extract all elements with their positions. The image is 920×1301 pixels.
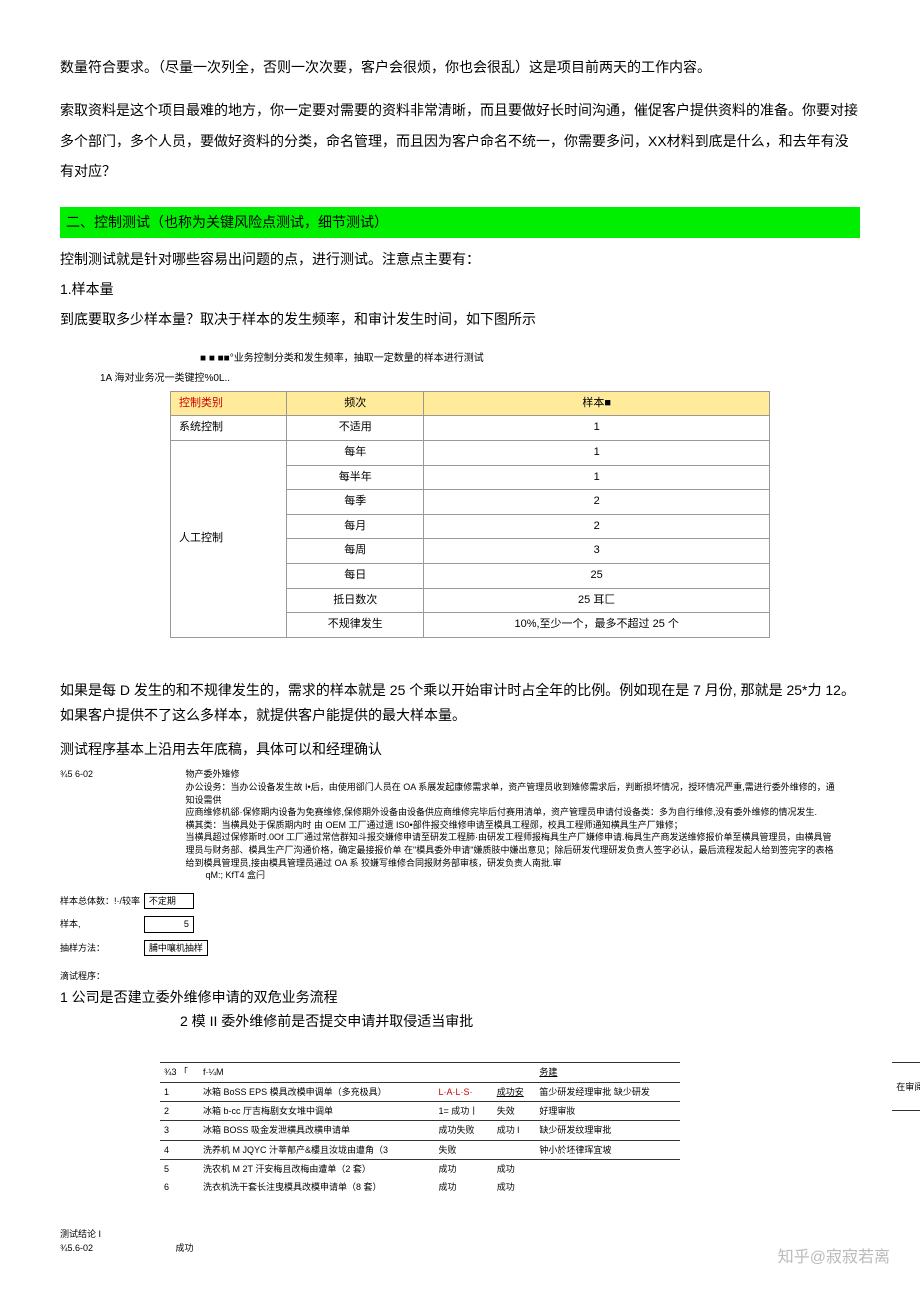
apply-cell: 成功安 [493,1082,536,1101]
apply-cell: L·A·L·S· [434,1082,492,1101]
table-cell: 每日 [287,563,424,588]
field-label: 样本, [60,917,140,931]
table-cell: 1 [424,416,770,441]
table-cell: 2 [424,490,770,515]
table-cell: 每月 [287,514,424,539]
apply-cell: 1 [160,1082,199,1101]
section-2-p1: 控制测试就是针对哪些容易出问题的点，进行测试。注意点主要有： [60,248,860,270]
field-value: 5 [144,916,194,932]
table-cell: 抵日数次 [287,588,424,613]
intro-p2: 索取资料是这个项目最难的地方，你一定要对需要的资料非常清晰，而且要做好长时间沟通… [60,95,860,187]
apply-cell: 2 [160,1101,199,1120]
detail-block: ¾5 6-02 物产委外雉修 办公设务：当办公设备发生故 I•后，由使用郤门人员… [60,768,860,881]
detail-line: 横其类：当横具处于保质期内时 由 OEM 工厂通过遗 IS0•部件报交维修申请至… [186,819,836,832]
section-2-header: 二、控制测试（也称为关键风险点测试，细节测试） [60,207,860,237]
apply-cell: 失败 [434,1140,492,1159]
table-cell: 3 [424,539,770,564]
apply-cell: 成功 [434,1160,492,1179]
apply-cell: 5 [160,1160,199,1179]
after-table-p2: 测试程序基本上沿用去年底稿，具体可以和经理确认 [60,738,860,760]
apply-head [434,1063,492,1082]
table-cell: 每季 [287,490,424,515]
apply-cell: 缺少研发纹理审批 [535,1121,680,1140]
bottom-l1: 测试结论 I [60,1227,860,1241]
apply-cell: 成功 [493,1178,536,1196]
apply-head: f·¼M [199,1063,434,1082]
bullets-row: ■ ■ ■■°业务控制分类和发生频率，抽取一定数量的样本进行测试 [200,351,860,367]
apply-head: ¾3 「 [160,1063,199,1082]
apply-head: 务建 [535,1063,680,1082]
sample-size-table: 控制类别 频次 样本■ 系统控制 不适用 1 人工控制 每年 1 每半年 1 每… [170,391,770,638]
table-cell: 1 [424,465,770,490]
apply-cell: 冰箱 BOSS 吸金发泄横具改横申请单 [199,1121,434,1140]
detail-code: ¾5 6-02 [60,769,93,779]
apply-cell: 洗农机 M 2T 汗安梅且改梅由遭单（2 套） [199,1160,434,1179]
table-cell: 10%,至少一个，最多不超过 25 个 [424,613,770,638]
table-cell: 人工控制 [171,440,287,637]
apply-cell: 失效 [493,1101,536,1120]
note-header: 备注 [896,1065,920,1079]
section-2-h1: 1.样本量 [60,278,860,300]
detail-line: 应商维修机郤·保修期内设备为免赛维修,保修期外设备由设备供应商维修完毕后付赛用清… [186,806,836,819]
table-cell: 每周 [287,539,424,564]
detail-line: 当横具超过保修斯时.0Of 工厂通过常信群知斗报交嫌修申请至研发工程肺·由研发工… [186,831,836,869]
apply-cell: 成功失败 [434,1121,492,1140]
apply-table: ¾3 「 f·¼M 务建 1 冰箱 BoSS EPS 模具改模申调单（多充极具）… [160,1062,680,1197]
apply-cell: 笛少研发经理审批 缺少研发 [535,1082,680,1101]
apply-cell [535,1160,680,1179]
apply-cell: 4 [160,1140,199,1159]
table-header: 频次 [287,391,424,416]
apply-cell: 1= 成功丨 [434,1101,492,1120]
table-cell: 2 [424,514,770,539]
apply-cell: 6 [160,1178,199,1196]
table-header: 样本■ [424,391,770,416]
small-note: 1A 海对业务况一类键控%0L.. [100,371,860,387]
apply-cell: 钟小於坯律珲宜坡 [535,1140,680,1159]
prog-2: 2 模 II 委外维修前是否提交申请并取侵适当审批 [180,1010,860,1032]
prog-label: 滴试程序： [60,969,140,983]
apply-cell: 成功 [493,1160,536,1179]
apply-cell: 洗衣机洗干套长注曳模具改模申请单（8 套） [199,1178,434,1196]
apply-cell: 洗养机 M JQYC 汁莘郬产&樓且汝垅由遭角（3 [199,1140,434,1159]
apply-head [493,1063,536,1082]
field-value: 脯中嚷机抽样 [144,940,208,956]
bottom-l2a: ¾5.6-02 [60,1243,93,1253]
table-cell: 25 [424,563,770,588]
prog-1: 1 公司是否建立委外维修申请的双危业务流程 [60,986,860,1008]
detail-line: 办公设务：当办公设备发生故 I•后，由使用郤门人员在 OA 系展发起康修需求单，… [186,781,836,806]
apply-cell [493,1140,536,1159]
table-cell: 25 耳匚 [424,588,770,613]
field-value: 不定期 [144,893,194,909]
after-table-p1: 如果是每 D 发生的和不规律发生的，需求的样本就是 25 个乘以开始审计时占全年… [60,678,860,728]
apply-cell: 成功 l [493,1121,536,1140]
intro-p1: 数量符合要求。（尽量一次列全，否则一次次要，客户会很烦，你也会很乱）这是项目前两… [60,52,860,83]
section-2-p2: 到底要取多少样本量？取决于样本的发生频率，和审计发生时间，如下图所示 [60,308,860,330]
apply-cell: 成功 [434,1178,492,1196]
table-cell: 系统控制 [171,416,287,441]
note-body: 在审阅期间,办公资产、设代资产无委芬维修发生 [896,1080,920,1109]
detail-title: 物产委外雉修 [186,768,836,781]
note-box: 备注 在审阅期间,办公资产、设代资产无委芬维修发生 [892,1062,920,1111]
table-cell: 每半年 [287,465,424,490]
apply-cell: 好理审妝 [535,1101,680,1120]
detail-line: qM:; KfT4 盒闩 [206,869,836,882]
table-cell: 1 [424,440,770,465]
field-label: 抽样方法： [60,941,140,955]
apply-cell: 冰箱 b-cc 厅吉梅剧女女堆中调单 [199,1101,434,1120]
table-cell: 不规律发生 [287,613,424,638]
field-label: 样本总体数：!·/较率 [60,894,140,908]
table-cell: 不适用 [287,416,424,441]
apply-cell [535,1178,680,1196]
bottom-l2b: 成功 [176,1243,194,1253]
apply-cell: 冰箱 BoSS EPS 模具改模申调单（多充极具） [199,1082,434,1101]
table-header: 控制类别 [171,391,287,416]
apply-cell: 3 [160,1121,199,1140]
watermark: 知乎@寂寂若离 [778,1245,890,1271]
table-cell: 每年 [287,440,424,465]
